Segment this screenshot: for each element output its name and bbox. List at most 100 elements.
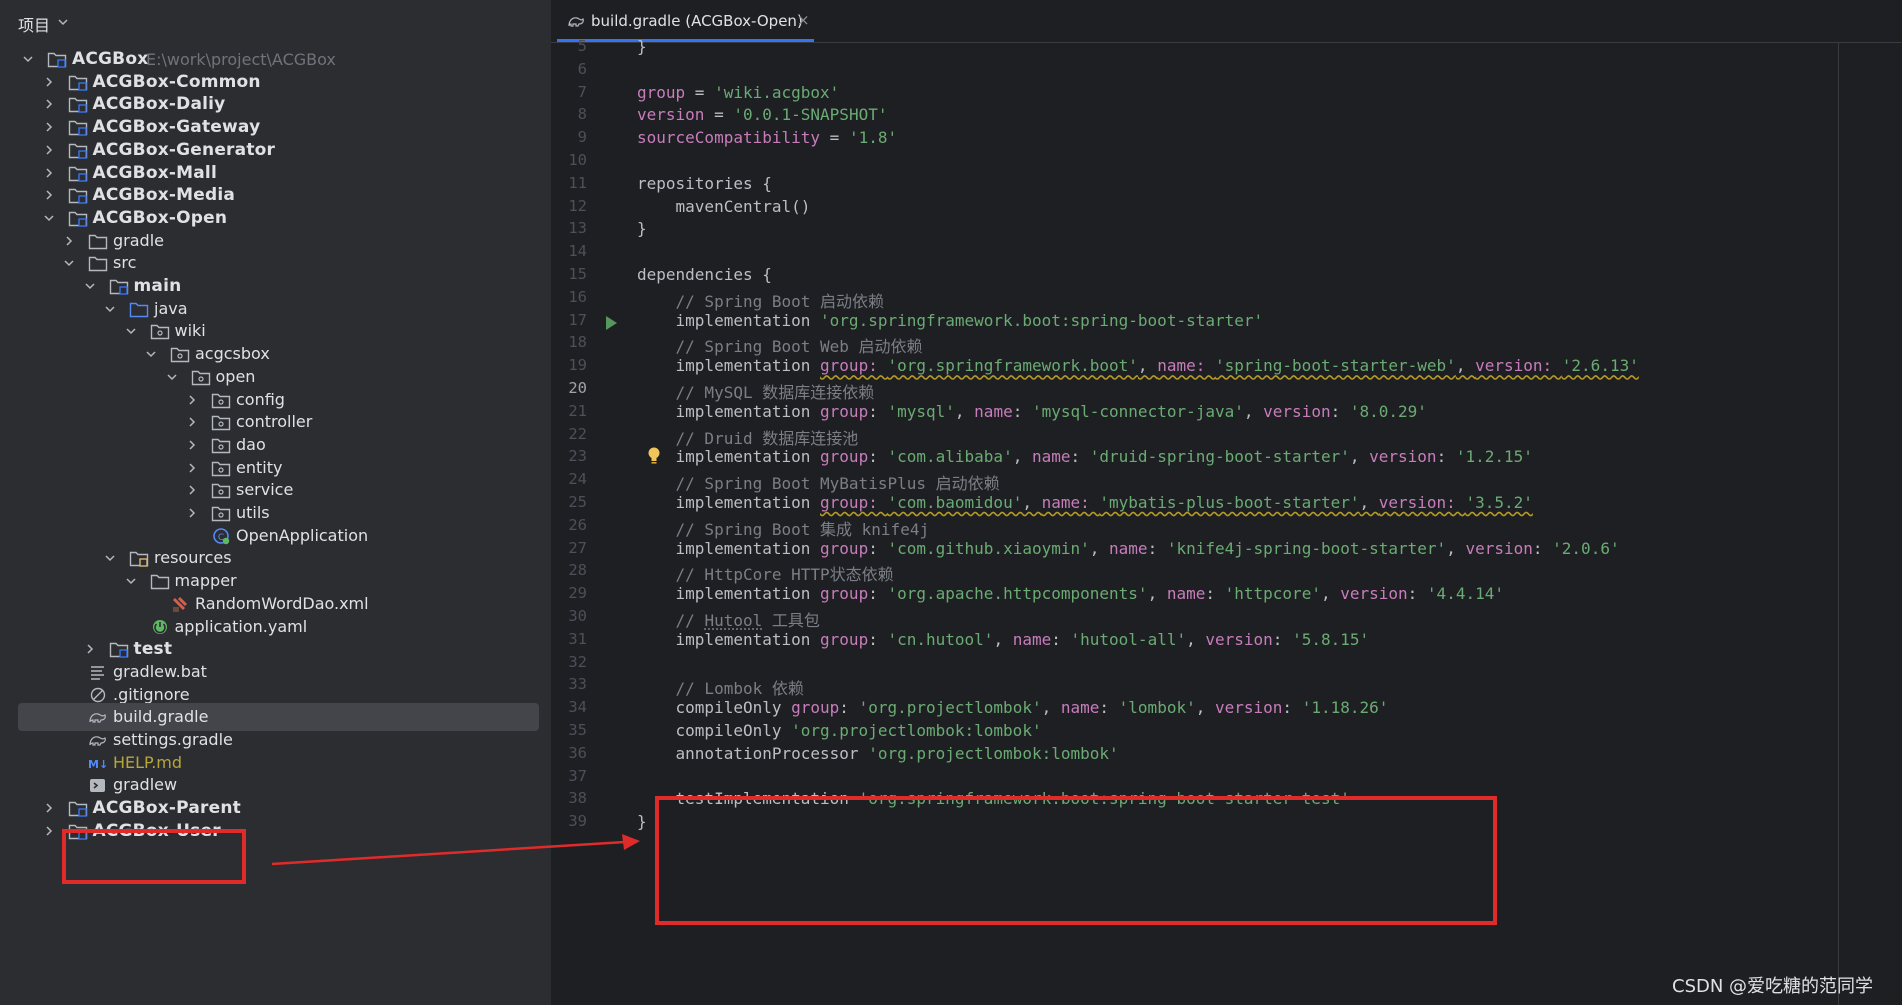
chevron-right-icon[interactable]	[83, 642, 97, 656]
code-token: annotationProcessor	[637, 743, 869, 763]
code-token: :	[1272, 629, 1293, 649]
line-number: 37	[568, 766, 587, 785]
chevron-right-icon[interactable]	[185, 506, 199, 520]
code-line[interactable]: mavenCentral()	[637, 197, 811, 216]
code-token: }	[637, 219, 647, 239]
code-token: '4.4.14'	[1426, 584, 1504, 604]
chevron-right-icon[interactable]	[42, 143, 56, 157]
chevron-right-icon[interactable]	[42, 801, 56, 815]
tree-item-label: ACGBox-Daliy	[92, 94, 226, 115]
code-line[interactable]: // Spring Boot 启动依赖	[637, 288, 885, 312]
code-line[interactable]: // Spring Boot MyBatisPlus 启动依赖	[637, 470, 1000, 494]
chevron-down-icon[interactable]	[62, 256, 76, 270]
chevron-right-icon[interactable]	[42, 75, 56, 89]
line-number: 12	[568, 196, 587, 215]
line-number: 30	[568, 607, 587, 625]
code-line[interactable]: group = 'wiki.acgbox'	[637, 83, 839, 102]
resources-folder-icon	[129, 552, 149, 568]
chevron-right-icon[interactable]	[185, 483, 199, 497]
code-token: 'com.baomidou'	[887, 493, 1023, 512]
code-line[interactable]: version = '0.0.1-SNAPSHOT'	[637, 105, 887, 124]
code-line[interactable]: dependencies {	[637, 265, 772, 284]
code-token: implementation	[637, 401, 821, 421]
line-number-gutter: 5 6 7 8 9 10 11 12 13 14 15 16 17 18 19 20 21 22 23 24 25 26 2…	[551, 37, 631, 1005]
code-line[interactable]: }	[637, 812, 647, 831]
tree-item-label: application.yaml	[174, 616, 308, 636]
tree-item-label: controller	[236, 412, 313, 432]
code-line[interactable]: }	[637, 219, 647, 238]
code-line[interactable]: implementation group: 'mysql', name: 'my…	[637, 402, 1427, 421]
code-line[interactable]: // Spring Boot Web 启动依赖	[637, 333, 923, 357]
chevron-right-icon[interactable]	[42, 97, 56, 111]
lightbulb-icon[interactable]	[646, 446, 662, 466]
code-token: :	[1330, 401, 1350, 421]
code-line[interactable]: // Druid 数据库连接池	[637, 425, 859, 449]
chevron-right-icon[interactable]	[185, 438, 199, 452]
package-icon	[211, 415, 231, 431]
code-token: 'org.projectlombok'	[858, 698, 1042, 718]
chevron-right-icon[interactable]	[185, 461, 199, 475]
code-token: name	[1166, 584, 1206, 604]
line-number: 39	[568, 812, 587, 831]
chevron-right-icon[interactable]	[62, 234, 76, 248]
chevron-right-icon[interactable]	[42, 166, 56, 180]
chevron-down-icon[interactable]	[103, 551, 117, 565]
tab-build-gradle[interactable]: build.gradle (ACGBox-Open) ×	[557, 0, 814, 42]
code-token: version	[1340, 584, 1408, 604]
chevron-right-icon[interactable]	[185, 393, 199, 407]
spring-class-icon: C	[213, 527, 230, 544]
code-line[interactable]: compileOnly group: 'org.projectlombok', …	[637, 698, 1389, 718]
chevron-down-icon[interactable]	[21, 52, 35, 66]
code-line[interactable]: implementation group: 'cn.hutool', name:…	[637, 629, 1370, 649]
code-line[interactable]: implementation group: 'com.alibaba', nam…	[637, 447, 1533, 466]
chevron-down-icon[interactable]	[103, 302, 117, 316]
code-line[interactable]: // Spring Boot 集成 knife4j	[637, 516, 930, 540]
chevron-right-icon[interactable]	[185, 415, 199, 429]
chevron-down-icon[interactable]	[165, 370, 179, 384]
code-line[interactable]: // MySQL 数据库连接依赖	[637, 379, 875, 403]
code-line[interactable]: implementation group: 'com.github.xiaoym…	[637, 539, 1620, 558]
code-token: implementation	[637, 310, 821, 330]
chevron-down-icon[interactable]	[144, 347, 158, 361]
code-line[interactable]: implementation group: 'org.apache.httpco…	[637, 584, 1504, 603]
folder-icon	[150, 574, 169, 590]
code-line[interactable]: repositories {	[637, 174, 772, 193]
code-token: :	[1407, 584, 1427, 604]
tree-item-label: ACGBox	[72, 49, 149, 69]
chevron-down-icon[interactable]	[83, 279, 97, 293]
code-line[interactable]: // Hutool 工具包	[637, 607, 820, 631]
code-line[interactable]: implementation 'org.springframework.boot…	[637, 310, 1264, 330]
chevron-down-icon[interactable]	[42, 211, 56, 225]
watermark: CSDN @爱吃糖的范同学	[1672, 976, 1874, 997]
chevron-right-icon[interactable]	[42, 188, 56, 202]
code-token: // Spring Boot 集成 knife4j	[637, 519, 930, 539]
chevron-right-icon[interactable]	[42, 120, 56, 134]
code-line[interactable]: implementation group: 'com.baomidou', na…	[637, 493, 1533, 512]
code-line[interactable]: }	[637, 37, 647, 56]
chevron-down-icon[interactable]	[124, 574, 138, 588]
code-token: :	[1012, 401, 1032, 421]
code-line[interactable]: compileOnly 'org.projectlombok:lombok'	[637, 721, 1042, 740]
tree-item-label: dao	[236, 434, 266, 454]
module-folder-icon	[109, 279, 128, 295]
code-line[interactable]: // HttpCore HTTP状态依赖	[637, 561, 894, 585]
code-line[interactable]: sourceCompatibility = '1.8'	[637, 128, 897, 147]
module-folder-icon	[68, 211, 87, 227]
code-token: 'httpcore'	[1224, 584, 1321, 604]
chevron-down-icon[interactable]	[57, 16, 69, 28]
code-token: compileOnly	[637, 698, 792, 718]
xml-file-icon	[172, 596, 188, 612]
code-line[interactable]: implementation group: 'org.springframewo…	[637, 356, 1639, 375]
chevron-right-icon[interactable]	[42, 824, 56, 838]
tab-close-button[interactable]: ×	[797, 11, 810, 29]
project-panel-title[interactable]: 项目	[18, 12, 50, 36]
code-line[interactable]: // Lombok 依赖	[637, 675, 804, 699]
code-line[interactable]: annotationProcessor 'org.projectlombok:l…	[637, 744, 1119, 763]
run-icon[interactable]	[604, 315, 618, 331]
chevron-down-icon[interactable]	[124, 324, 138, 338]
editor-tab-bar: build.gradle (ACGBox-Open) ×	[551, 0, 1902, 43]
module-folder-icon	[109, 642, 128, 658]
project-panel-header[interactable]: 项目	[0, 0, 551, 44]
code-token: 工具包	[762, 611, 820, 630]
gradle-file-icon	[89, 713, 106, 723]
